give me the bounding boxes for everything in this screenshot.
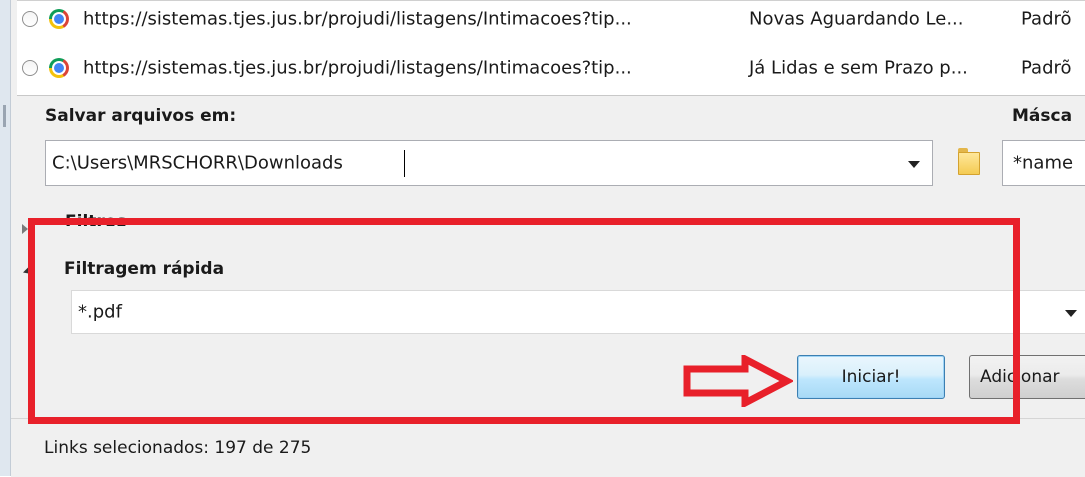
list-item-url: https://sistemas.tjes.jus.br/projudi/lis… bbox=[83, 8, 632, 30]
mask-value: *name bbox=[1013, 152, 1074, 174]
list-item-mask: Padrõ bbox=[1021, 8, 1072, 30]
chevron-down-icon[interactable] bbox=[908, 161, 920, 168]
radio-button[interactable] bbox=[22, 60, 38, 76]
list-item[interactable]: https://sistemas.tjes.jus.br/projudi/lis… bbox=[17, 45, 1085, 91]
quick-filter-value: *.pdf bbox=[78, 301, 122, 323]
list-item-description: Já Lidas e sem Prazo p... bbox=[749, 57, 968, 79]
quick-filter-combobox[interactable]: *.pdf bbox=[71, 290, 1085, 334]
chrome-icon bbox=[49, 58, 69, 78]
links-list[interactable]: https://sistemas.tjes.jus.br/projudi/lis… bbox=[17, 0, 1085, 96]
add-button[interactable]: Adicionar bbox=[969, 355, 1085, 399]
save-to-label: Salvar arquivos em: bbox=[45, 106, 237, 126]
mask-input[interactable]: *name bbox=[1002, 140, 1085, 186]
quick-filter-label[interactable]: Filtragem rápida bbox=[64, 259, 224, 279]
expand-filters-icon[interactable] bbox=[22, 224, 28, 234]
radio-button[interactable] bbox=[22, 11, 38, 27]
folder-browse-icon[interactable] bbox=[958, 148, 980, 175]
selected-links-status: Links selecionados: 197 de 275 bbox=[44, 438, 312, 458]
save-path-combobox[interactable]: C:\Users\MRSCHORR\Downloads bbox=[45, 140, 933, 186]
window-left-edge bbox=[0, 0, 11, 476]
save-path-value: C:\Users\MRSCHORR\Downloads bbox=[52, 152, 343, 174]
list-item-description: Novas Aguardando Le... bbox=[749, 8, 964, 30]
mask-label: Másca bbox=[1012, 106, 1073, 126]
list-item-mask: Padrõ bbox=[1021, 57, 1072, 79]
filters-label[interactable]: Filtros bbox=[65, 212, 127, 226]
resize-grip[interactable] bbox=[3, 105, 6, 127]
list-item-url: https://sistemas.tjes.jus.br/projudi/lis… bbox=[83, 57, 632, 79]
chrome-icon bbox=[49, 9, 69, 29]
text-caret bbox=[404, 150, 405, 177]
chevron-down-icon[interactable] bbox=[1065, 310, 1077, 317]
start-button[interactable]: Iniciar! bbox=[797, 355, 945, 399]
annotation-arrow-icon bbox=[683, 355, 793, 407]
status-bar: Links selecionados: 197 de 275 bbox=[11, 418, 1085, 477]
list-item[interactable]: https://sistemas.tjes.jus.br/projudi/lis… bbox=[17, 1, 1085, 37]
